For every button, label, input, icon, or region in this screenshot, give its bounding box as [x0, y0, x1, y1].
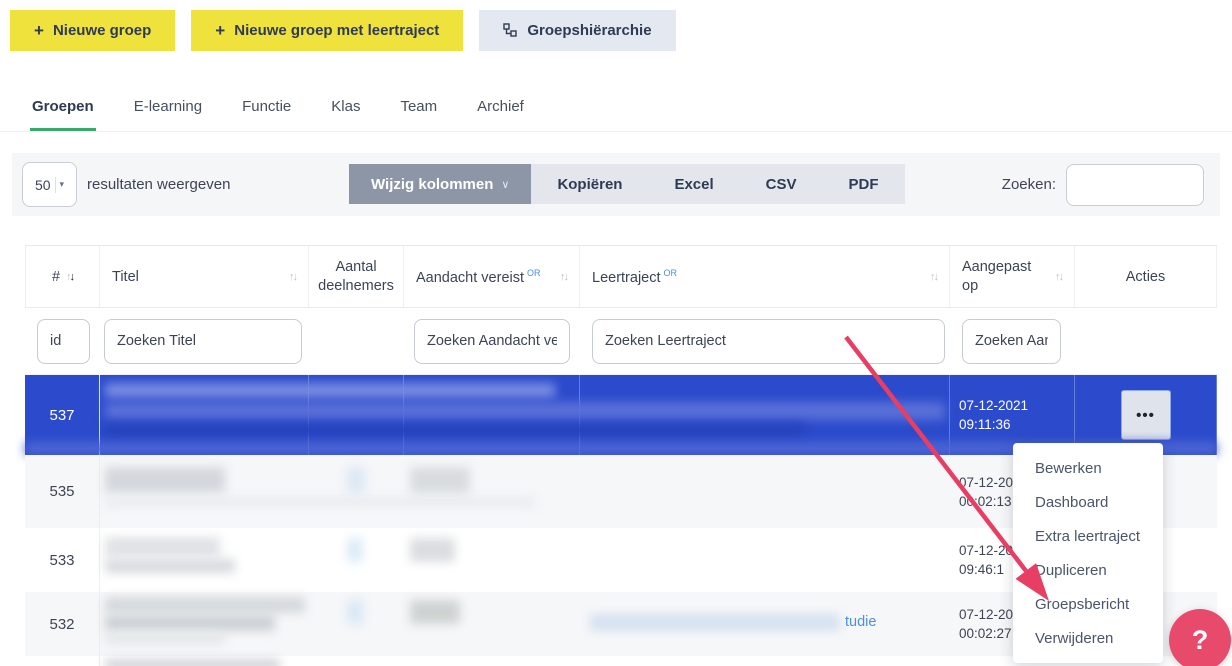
group-hierarchy-label: Groepshiërarchie [527, 22, 651, 39]
or-badge: OR [664, 268, 678, 278]
row-actions-menu: Bewerken Dashboard Extra leertraject Dup… [1013, 443, 1163, 663]
plus-icon: + [215, 21, 225, 41]
leertraject-link[interactable]: tudie [845, 614, 876, 630]
results-label: resultaten weergeven [87, 176, 230, 193]
table-toolbar: 50 ▾ resultaten weergeven Wijzig kolomme… [12, 153, 1220, 216]
change-columns-label: Wijzig kolommen [371, 176, 493, 193]
sort-icon: ↑↓ [289, 271, 296, 283]
filter-aangepast-input[interactable] [962, 319, 1061, 364]
column-header-aantal-deelnemers[interactable]: Aantal deelnemers [309, 246, 404, 307]
page-size-select[interactable]: 50 ▾ [22, 162, 77, 207]
plus-icon: + [34, 21, 44, 41]
tab-archief[interactable]: Archief [475, 90, 526, 131]
question-mark-icon: ? [1192, 625, 1209, 656]
tab-functie[interactable]: Functie [240, 90, 293, 131]
column-header-aandacht-vereist[interactable]: Aandacht vereistOR ↑↓ [404, 246, 580, 307]
column-header-leertraject-label: LeertrajectOR [592, 268, 677, 286]
or-badge: OR [527, 268, 541, 278]
column-header-id-label: # [52, 269, 60, 285]
filter-titel-input[interactable] [104, 319, 302, 364]
column-header-leertraject[interactable]: LeertrajectOR ↑↓ [580, 246, 950, 307]
table-header-row: # ↑↓ Titel ↑↓ Aantal deelnemers Aandacht… [25, 245, 1217, 308]
column-header-aangepast-label: Aangepast op [962, 258, 1024, 296]
hierarchy-icon [503, 23, 518, 38]
filter-leertraject-input[interactable] [592, 319, 945, 364]
filter-id-input[interactable] [37, 319, 90, 364]
search-label: Zoeken: [1002, 176, 1056, 193]
sort-icon: ↑↓ [1055, 271, 1062, 283]
menu-item-dashboard[interactable]: Dashboard [1013, 485, 1163, 519]
tab-klas[interactable]: Klas [329, 90, 362, 131]
menu-item-extra-leertraject[interactable]: Extra leertraject [1013, 519, 1163, 553]
column-header-titel-label: Titel [112, 269, 139, 285]
new-group-with-track-label: Nieuwe groep met leertraject [234, 22, 439, 39]
column-header-titel[interactable]: Titel ↑↓ [100, 246, 309, 307]
menu-item-bewerken[interactable]: Bewerken [1013, 451, 1163, 485]
tab-e-learning[interactable]: E-learning [132, 90, 204, 131]
filter-aandacht-input[interactable] [414, 319, 570, 364]
chevron-down-icon: ∨ [501, 178, 509, 191]
new-group-label: Nieuwe groep [53, 22, 151, 39]
groups-admin-page: + Nieuwe groep + Nieuwe groep met leertr… [0, 0, 1232, 666]
tab-team[interactable]: Team [398, 90, 439, 131]
tab-groepen[interactable]: Groepen [30, 90, 96, 131]
new-group-with-track-button[interactable]: + Nieuwe groep met leertraject [191, 10, 463, 51]
group-hierarchy-button[interactable]: Groepshiërarchie [479, 10, 675, 51]
row-id: 535 [25, 455, 100, 528]
sort-icon: ↑↓ [66, 271, 73, 283]
column-header-aantal-label: Aantal deelnemers [318, 258, 394, 296]
column-header-acties-label: Acties [1126, 269, 1166, 285]
change-columns-button[interactable]: Wijzig kolommen ∨ [349, 164, 531, 204]
divider [55, 177, 56, 193]
menu-item-dupliceren[interactable]: Dupliceren [1013, 553, 1163, 587]
new-group-button[interactable]: + Nieuwe groep [10, 10, 175, 51]
row-id: 533 [25, 528, 100, 592]
column-header-aandacht-label: Aandacht vereistOR [416, 268, 541, 286]
sort-icon: ↑↓ [560, 271, 567, 283]
table-filter-row [25, 308, 1217, 375]
row-id: 537 [25, 375, 100, 455]
row-id: 532 [25, 592, 100, 656]
menu-item-groepsbericht[interactable]: Groepsbericht [1013, 587, 1163, 621]
top-actions-bar: + Nieuwe groep + Nieuwe groep met leertr… [10, 10, 676, 51]
csv-button[interactable]: CSV [740, 164, 823, 204]
menu-item-verwijderen[interactable]: Verwijderen [1013, 621, 1163, 655]
tab-bar: Groepen E-learning Functie Klas Team Arc… [0, 90, 1232, 132]
copy-button[interactable]: Kopiëren [531, 164, 648, 204]
excel-button[interactable]: Excel [648, 164, 739, 204]
column-header-acties: Acties [1075, 246, 1217, 307]
column-header-id[interactable]: # ↑↓ [25, 246, 100, 307]
global-search-input[interactable] [1066, 164, 1204, 206]
row-actions-button[interactable]: ••• [1121, 390, 1171, 440]
pdf-button[interactable]: PDF [823, 164, 905, 204]
sort-icon: ↑↓ [930, 271, 937, 283]
export-button-group: Wijzig kolommen ∨ Kopiëren Excel CSV PDF [349, 164, 905, 204]
chevron-down-icon: ▾ [60, 179, 65, 190]
help-button[interactable]: ? [1169, 609, 1231, 666]
column-header-aangepast-op[interactable]: Aangepast op ↑↓ [950, 246, 1075, 307]
page-size-value: 50 [35, 177, 51, 193]
